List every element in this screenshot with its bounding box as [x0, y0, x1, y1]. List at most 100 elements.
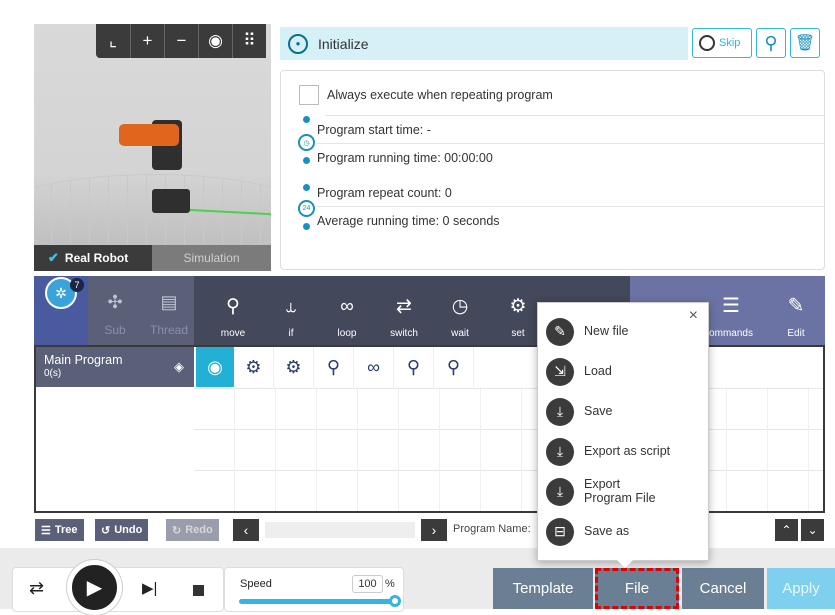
- cmd-move-label: move: [220, 328, 246, 339]
- tree-icon: ☰: [41, 524, 51, 537]
- set-node[interactable]: ⚙: [234, 347, 274, 387]
- set-node[interactable]: ⚙: [274, 347, 314, 387]
- speed-unit: %: [385, 578, 395, 590]
- menu-item-label: Export Program File: [584, 477, 656, 505]
- timeline-dot: [303, 116, 310, 123]
- program-grid: [194, 387, 823, 511]
- stopwatch-icon: ◷: [298, 134, 315, 151]
- step-header: ● Initialize: [280, 27, 688, 60]
- speed-input[interactable]: 100: [352, 575, 383, 593]
- cmd-move[interactable]: ⚲ move: [212, 276, 254, 345]
- menu-item-save-as[interactable]: ⊟ Save as: [546, 518, 629, 546]
- list-icon: ☰: [722, 295, 740, 317]
- switch-icon: ⇄: [396, 296, 412, 317]
- menu-item-new-file[interactable]: ✎ New file: [546, 318, 628, 346]
- repeat-count-icon: 24: [298, 200, 315, 217]
- view-toolbar: ⌞ + − ◉ ⠿: [96, 24, 266, 58]
- undo-icon: ↺: [101, 524, 111, 537]
- loop-node[interactable]: ∞: [354, 347, 394, 387]
- speed-slider-handle[interactable]: [389, 595, 401, 607]
- tab-edit[interactable]: ✎ Edit: [770, 276, 822, 345]
- cmd-wait[interactable]: ◷ wait: [439, 276, 481, 345]
- menu-item-export-program[interactable]: ⤓ Export Program File: [546, 477, 666, 506]
- layers-icon[interactable]: ◈: [174, 359, 184, 375]
- zoom-out-icon[interactable]: −: [164, 24, 198, 58]
- real-robot-label: Real Robot: [64, 251, 129, 265]
- apply-button[interactable]: Apply: [767, 568, 835, 609]
- chevron-down-icon[interactable]: ⌄: [801, 519, 824, 541]
- real-robot-tab[interactable]: ✔ Real Robot: [34, 245, 152, 271]
- sub-label: Sub: [104, 323, 126, 337]
- play-button[interactable]: ▶: [67, 560, 122, 615]
- scroll-right-icon[interactable]: ›: [421, 519, 447, 541]
- menu-item-save[interactable]: ⤓ Save: [546, 398, 613, 426]
- popup-caret: [617, 560, 633, 568]
- cmd-switch[interactable]: ⇄ switch: [383, 276, 425, 345]
- running-time: Program running time: 00:00:00: [317, 151, 493, 165]
- zoom-in-icon[interactable]: +: [130, 24, 164, 58]
- repeat-icon[interactable]: ⇄: [29, 578, 44, 599]
- program-type-tabs: ✲ 7 ✣ Sub ▤ Thread: [34, 276, 194, 345]
- tab-thread[interactable]: ▤ Thread: [142, 276, 196, 345]
- close-icon[interactable]: ×: [689, 307, 698, 325]
- file-button[interactable]: File: [595, 568, 679, 609]
- tab-main[interactable]: ✲ 7: [34, 276, 88, 345]
- template-button[interactable]: Template: [493, 568, 593, 609]
- cancel-button[interactable]: Cancel: [682, 568, 764, 609]
- thread-icon: ▤: [160, 292, 178, 312]
- robot-3d-view[interactable]: ⌞ + − ◉ ⠿ ✔ Real Robot Simulation: [34, 24, 271, 271]
- robot-base: [152, 189, 190, 213]
- scroll-left-icon[interactable]: ‹: [233, 519, 259, 541]
- main-program-row[interactable]: Main Program 0(s) ◈: [36, 347, 194, 387]
- tab-sub[interactable]: ✣ Sub: [88, 276, 142, 345]
- cmd-set[interactable]: ⚙ set: [497, 276, 539, 345]
- command-count-badge: 7: [70, 278, 84, 292]
- menu-item-export-script[interactable]: ⤓ Export as script: [546, 438, 670, 466]
- redo-icon: ↻: [172, 524, 182, 537]
- axis-icon[interactable]: ⌞: [96, 24, 130, 58]
- tree-label: Tree: [54, 524, 78, 536]
- tree-button[interactable]: ☰ Tree: [35, 519, 84, 541]
- start-time: Program start time: -: [317, 123, 431, 137]
- redo-label: Redo: [185, 524, 213, 536]
- tab-commands[interactable]: ☰ ommands: [700, 276, 762, 345]
- toggle-circle-icon: [699, 35, 715, 51]
- cmd-set-label: set: [511, 328, 525, 339]
- average-time: Average running time: 0 seconds: [317, 214, 500, 228]
- search-icon[interactable]: ⚲: [756, 28, 786, 58]
- menu-item-label: Save: [584, 404, 613, 419]
- move-node[interactable]: ⚲: [434, 347, 474, 387]
- commands-label: ommands: [709, 328, 753, 339]
- skip-toggle[interactable]: Skip: [692, 28, 752, 58]
- thread-label: Thread: [149, 323, 189, 337]
- cmd-loop[interactable]: ∞ loop: [326, 276, 368, 345]
- step-forward-icon[interactable]: ▶|: [142, 579, 157, 597]
- initialize-node[interactable]: ◉: [196, 347, 234, 387]
- horizontal-scrollbar[interactable]: [265, 522, 415, 538]
- undo-button[interactable]: ↺ Undo: [95, 519, 149, 541]
- move-node[interactable]: ⚲: [314, 347, 354, 387]
- always-execute-checkbox[interactable]: [299, 85, 319, 105]
- save-icon: ⤓: [546, 398, 574, 426]
- redo-button[interactable]: ↻ Redo: [166, 519, 219, 541]
- program-name-label: Program Name:: [453, 523, 531, 535]
- cmd-if-label: if: [288, 328, 294, 339]
- speed-slider-track[interactable]: [239, 599, 397, 604]
- grid-icon[interactable]: ⠿: [232, 24, 266, 58]
- move-node[interactable]: ⚲: [394, 347, 434, 387]
- trash-icon[interactable]: 🗑: [790, 28, 820, 58]
- save-as-icon: ⊟: [546, 518, 574, 546]
- eye-icon[interactable]: ◉: [198, 24, 232, 58]
- simulation-tab[interactable]: Simulation: [152, 245, 271, 271]
- skip-label: Skip: [719, 37, 741, 49]
- cmd-if[interactable]: ⥿ if: [270, 276, 312, 345]
- chevron-up-icon[interactable]: ⌃: [775, 519, 798, 541]
- set-icon: ⚙: [509, 296, 527, 317]
- menu-item-label: Export as script: [584, 444, 671, 459]
- loop-icon: ∞: [340, 296, 354, 317]
- stop-button[interactable]: [193, 585, 204, 596]
- menu-item-load[interactable]: ⇲ Load: [546, 358, 612, 386]
- check-icon: ✔: [48, 250, 59, 265]
- speed-label: Speed: [240, 578, 272, 590]
- timeline-dot: [303, 223, 310, 230]
